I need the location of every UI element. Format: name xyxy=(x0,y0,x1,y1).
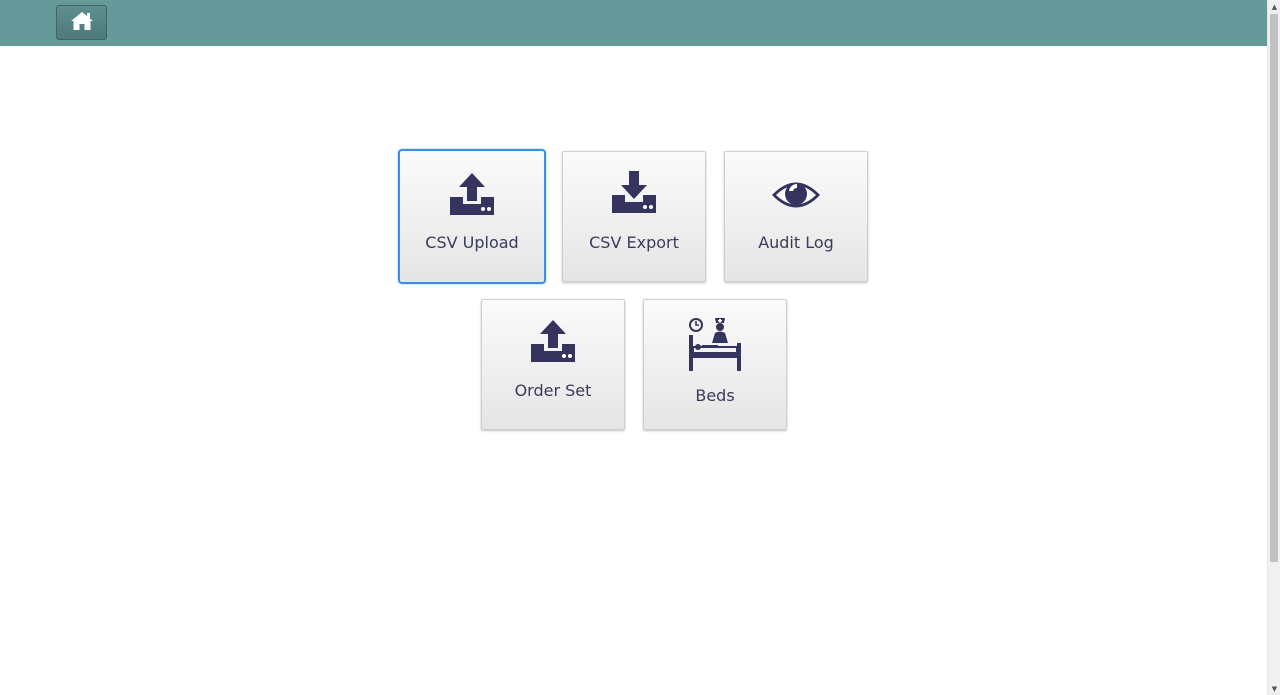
scroll-down-icon[interactable]: ▼ xyxy=(1268,682,1280,695)
tile-label: CSV Export xyxy=(589,233,679,252)
csv-export-tile[interactable]: CSV Export xyxy=(562,151,706,282)
audit-log-tile[interactable]: Audit Log xyxy=(724,151,868,282)
tile-label: CSV Upload xyxy=(425,233,519,252)
eye-icon xyxy=(725,178,867,212)
tile-label: Order Set xyxy=(514,381,592,400)
scrollbar-thumb[interactable] xyxy=(1270,14,1278,562)
scroll-up-icon[interactable]: ▲ xyxy=(1268,0,1280,13)
upload-icon xyxy=(482,318,624,364)
vertical-scrollbar[interactable]: ▲ ▼ xyxy=(1267,0,1280,695)
order-set-tile[interactable]: Order Set xyxy=(481,299,625,430)
top-bar xyxy=(0,0,1267,46)
tile-label: Beds xyxy=(695,386,735,405)
upload-icon xyxy=(400,171,544,217)
hospital-bed-icon xyxy=(644,317,786,373)
beds-tile[interactable]: Beds xyxy=(643,299,787,430)
home-button[interactable] xyxy=(56,5,107,40)
download-icon xyxy=(563,169,705,215)
tile-label: Audit Log xyxy=(758,233,834,252)
home-icon xyxy=(70,10,94,36)
csv-upload-tile[interactable]: CSV Upload xyxy=(398,149,546,284)
